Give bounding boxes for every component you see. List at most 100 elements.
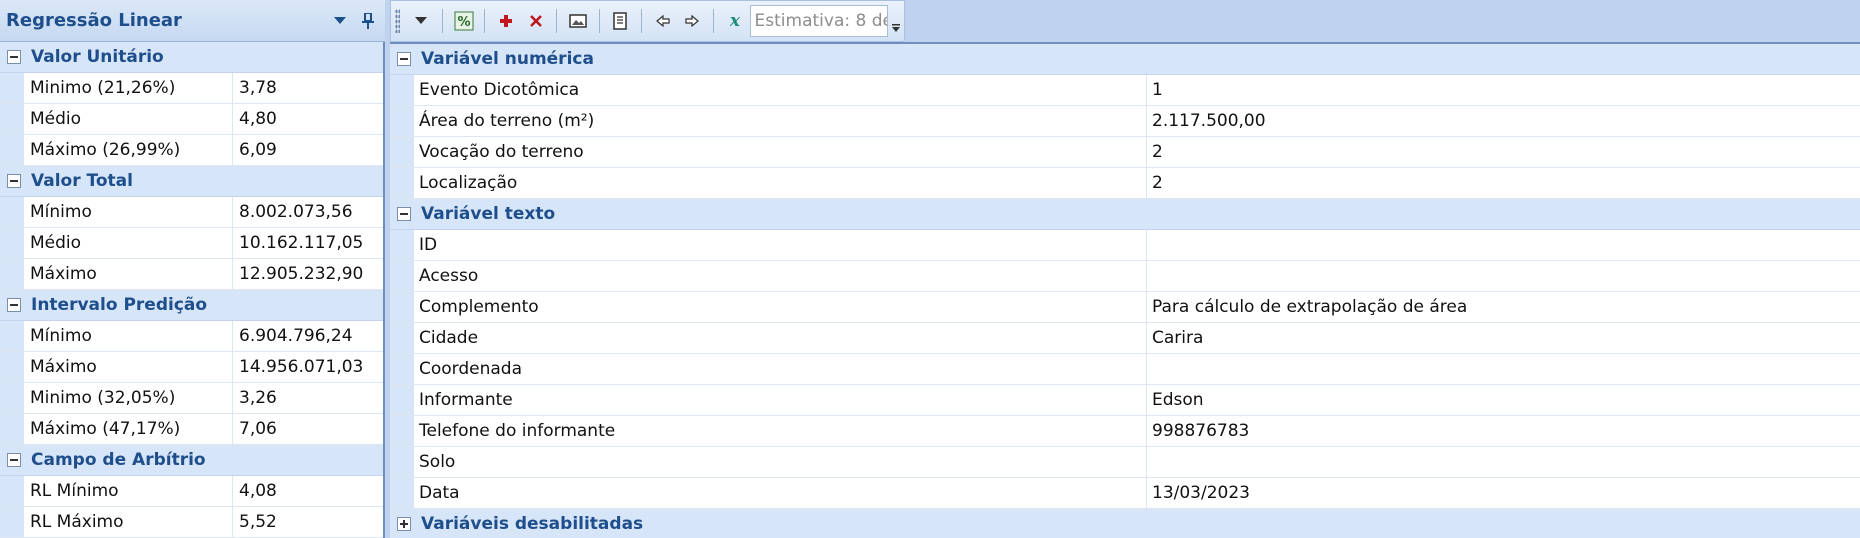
category-variavel-texto[interactable]: Variável texto xyxy=(390,199,1860,230)
toolbar-grip-icon[interactable] xyxy=(395,9,401,33)
property-row[interactable]: Médio 10.162.117,05 xyxy=(0,228,383,259)
svg-text:%: % xyxy=(457,15,470,30)
category-valor-unitario[interactable]: Valor Unitário xyxy=(0,42,383,73)
property-row[interactable]: Médio 4,80 xyxy=(0,104,383,135)
expand-icon[interactable] xyxy=(397,517,411,531)
property-value[interactable] xyxy=(1147,354,1860,384)
document-icon[interactable] xyxy=(608,7,634,35)
property-value[interactable]: 6,09 xyxy=(233,135,383,165)
property-value[interactable] xyxy=(1147,261,1860,291)
toolbar-separator xyxy=(441,9,443,33)
property-value[interactable]: 12.905.232,90 xyxy=(233,259,383,289)
property-row[interactable]: Acesso xyxy=(390,261,1860,292)
property-value[interactable]: 13/03/2023 xyxy=(1147,478,1860,508)
property-value[interactable]: 1 xyxy=(1147,75,1860,105)
property-value[interactable]: 4,80 xyxy=(233,104,383,134)
delete-icon[interactable] xyxy=(523,7,549,35)
property-row[interactable]: ID xyxy=(390,230,1860,261)
panel-header: Regressão Linear xyxy=(0,0,385,42)
property-value[interactable]: 4,08 xyxy=(233,476,383,506)
category-label: Valor Unitário xyxy=(31,47,164,67)
property-row[interactable]: Complemento Para cálculo de extrapolação … xyxy=(390,292,1860,323)
property-value[interactable]: 3,78 xyxy=(233,73,383,103)
row-gutter xyxy=(390,106,414,136)
category-intervalo-predicao[interactable]: Intervalo Predição xyxy=(0,290,383,321)
property-row[interactable]: Máximo 14.956.071,03 xyxy=(0,352,383,383)
row-gutter xyxy=(0,321,24,351)
property-value[interactable]: Carira xyxy=(1147,323,1860,353)
formula-x-icon[interactable]: x xyxy=(722,7,748,35)
property-row[interactable]: Vocação do terreno 2 xyxy=(390,137,1860,168)
collapse-icon[interactable] xyxy=(397,207,411,221)
image-icon[interactable] xyxy=(565,7,591,35)
property-value[interactable] xyxy=(1147,447,1860,477)
property-row[interactable]: Mínimo 8.002.073,56 xyxy=(0,197,383,228)
property-row[interactable]: Minimo (21,26%) 3,78 xyxy=(0,73,383,104)
property-value[interactable]: 5,52 xyxy=(233,507,383,537)
row-gutter xyxy=(0,352,24,382)
property-value[interactable]: 14.956.071,03 xyxy=(233,352,383,382)
regression-property-grid: Valor Unitário Minimo (21,26%) 3,78 Médio… xyxy=(0,42,383,538)
row-gutter xyxy=(0,228,24,258)
category-variaveis-desabilitadas[interactable]: Variáveis desabilitadas xyxy=(390,509,1860,538)
collapse-icon[interactable] xyxy=(7,174,21,188)
category-campo-de-arbitrio[interactable]: Campo de Arbítrio xyxy=(0,445,383,476)
property-value[interactable]: Edson xyxy=(1147,385,1860,415)
property-row[interactable]: Máximo 12.905.232,90 xyxy=(0,259,383,290)
property-name: ID xyxy=(414,230,1147,260)
toolbar-separator xyxy=(556,9,558,33)
previous-icon[interactable] xyxy=(650,7,676,35)
row-gutter xyxy=(390,354,414,384)
pin-icon[interactable] xyxy=(357,10,379,32)
collapse-icon[interactable] xyxy=(397,52,411,66)
property-row[interactable]: Máximo (26,99%) 6,09 xyxy=(0,135,383,166)
property-row[interactable]: RL Mínimo 4,08 xyxy=(0,476,383,507)
property-row[interactable]: Cidade Carira xyxy=(390,323,1860,354)
toolbar-overflow-icon[interactable] xyxy=(888,5,904,37)
property-value[interactable]: 10.162.117,05 xyxy=(233,228,383,258)
category-valor-total[interactable]: Valor Total xyxy=(0,166,383,197)
property-value[interactable]: 2 xyxy=(1147,137,1860,167)
toolbar-separator xyxy=(484,9,486,33)
property-value[interactable]: 2.117.500,00 xyxy=(1147,106,1860,136)
property-value[interactable]: 3,26 xyxy=(233,383,383,413)
property-row[interactable]: Coordenada xyxy=(390,354,1860,385)
property-value[interactable]: 6.904.796,24 xyxy=(233,321,383,351)
property-row[interactable]: Informante Edson xyxy=(390,385,1860,416)
property-name: Telefone do informante xyxy=(414,416,1147,446)
property-value[interactable]: 2 xyxy=(1147,168,1860,198)
property-value[interactable]: 998876783 xyxy=(1147,416,1860,446)
collapse-icon[interactable] xyxy=(7,298,21,312)
estimate-field[interactable] xyxy=(749,5,888,37)
property-name: Mínimo xyxy=(24,197,233,227)
category-variavel-numerica[interactable]: Variável numérica xyxy=(390,44,1860,75)
property-value[interactable]: Para cálculo de extrapolação de área xyxy=(1147,292,1860,322)
property-row[interactable]: Localização 2 xyxy=(390,168,1860,199)
property-value[interactable]: 7,06 xyxy=(233,414,383,444)
collapse-icon[interactable] xyxy=(7,50,21,64)
property-row[interactable]: Data 13/03/2023 xyxy=(390,478,1860,509)
property-row[interactable]: RL Máximo 5,52 xyxy=(0,507,383,538)
property-row[interactable]: Minimo (32,05%) 3,26 xyxy=(0,383,383,414)
row-gutter xyxy=(0,383,24,413)
property-name: Complemento xyxy=(414,292,1147,322)
property-row[interactable]: Telefone do informante 998876783 xyxy=(390,416,1860,447)
dropdown-arrow-icon[interactable] xyxy=(408,7,434,35)
panel-menu-dropdown-icon[interactable] xyxy=(329,10,351,32)
percent-icon[interactable]: % xyxy=(451,7,477,35)
property-value[interactable] xyxy=(1147,230,1860,260)
property-row[interactable]: Máximo (47,17%) 7,06 xyxy=(0,414,383,445)
collapse-icon[interactable] xyxy=(7,453,21,467)
property-name: Área do terreno (m²) xyxy=(414,106,1147,136)
property-row[interactable]: Área do terreno (m²) 2.117.500,00 xyxy=(390,106,1860,137)
add-icon[interactable] xyxy=(493,7,519,35)
category-label: Variáveis desabilitadas xyxy=(421,514,644,534)
property-value[interactable]: 8.002.073,56 xyxy=(233,197,383,227)
property-row[interactable]: Solo xyxy=(390,447,1860,478)
property-name: Solo xyxy=(414,447,1147,477)
row-gutter xyxy=(390,323,414,353)
property-row[interactable]: Evento Dicotômica 1 xyxy=(390,75,1860,106)
property-name: Máximo xyxy=(24,259,233,289)
property-row[interactable]: Mínimo 6.904.796,24 xyxy=(0,321,383,352)
next-icon[interactable] xyxy=(680,7,706,35)
